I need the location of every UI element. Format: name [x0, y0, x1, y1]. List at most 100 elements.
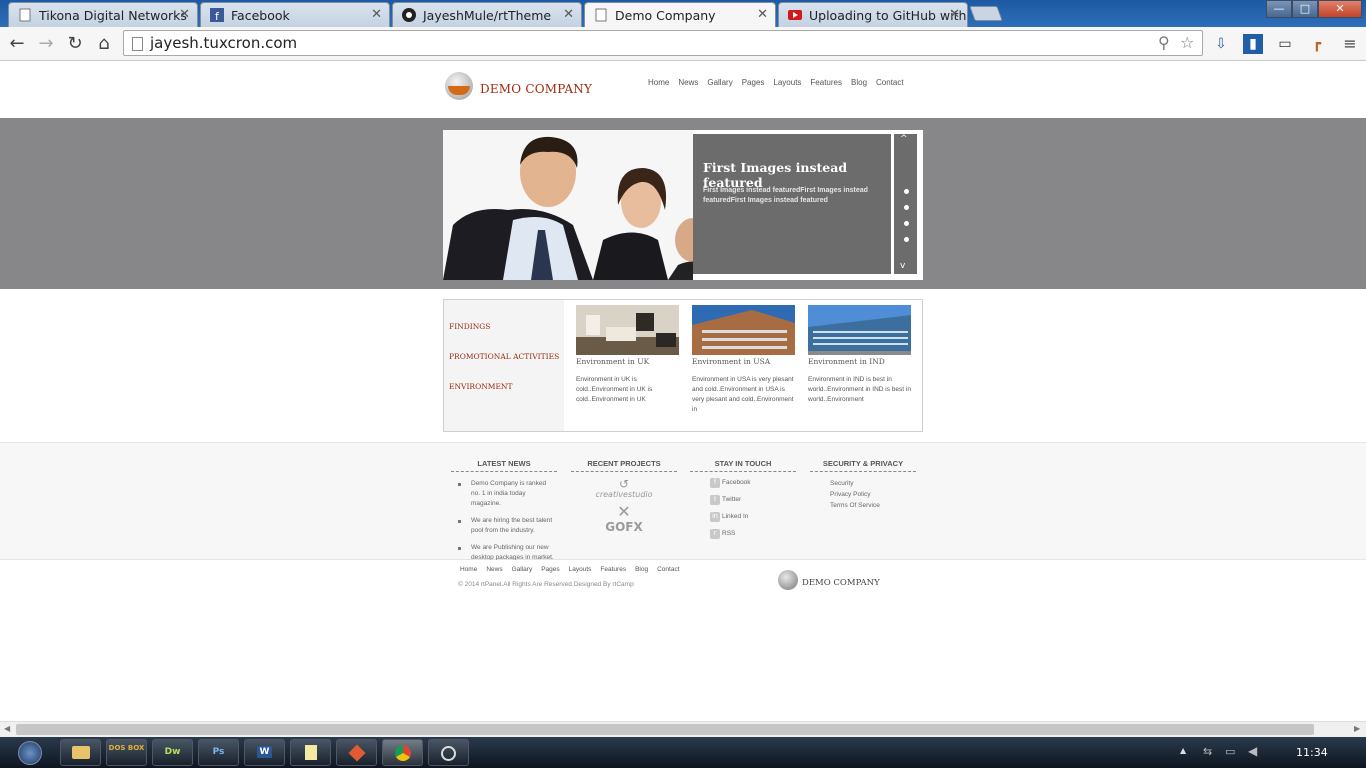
close-icon[interactable]: ✕ [179, 7, 190, 22]
side-link-environment[interactable]: ENVIRONMENT [449, 382, 513, 391]
search-icon[interactable]: ⚲ [1158, 33, 1170, 52]
volume-icon[interactable]: ◀ [1248, 744, 1257, 758]
social-link-rss[interactable]: r RSS [710, 525, 796, 542]
nav-blog[interactable]: Blog [851, 78, 867, 87]
taskbar-clock[interactable]: 11:34 [1296, 746, 1328, 759]
home-icon[interactable]: ⌂ [93, 33, 115, 54]
extension-icon[interactable]: ⇩ [1211, 34, 1231, 54]
slider-dot[interactable] [904, 237, 909, 242]
tab-youtube[interactable]: Uploading to GitHub with ✕ [778, 2, 968, 27]
network-icon[interactable]: ⇆ [1203, 745, 1212, 758]
footer-nav-blog[interactable]: Blog [635, 566, 648, 573]
creativestudio-logo[interactable]: ↺ creativestudio [571, 478, 677, 499]
security-link[interactable]: Security [830, 478, 916, 489]
web-page: DEMO COMPANY Home News Gallary Pages Lay… [0, 62, 1366, 721]
card-usa[interactable]: Environment in USA Environment in USA is… [692, 305, 795, 415]
footer-nav-news[interactable]: News [486, 566, 502, 573]
footer-logo[interactable]: DEMO COMPANY [778, 570, 898, 598]
social-link-twitter[interactable]: t Twitter [710, 491, 796, 508]
horizontal-scrollbar[interactable]: ◀ ▶ [0, 721, 1366, 737]
terms-of-service-link[interactable]: Terms Of Service [830, 500, 916, 511]
git-icon [348, 744, 365, 762]
new-tab-button[interactable] [969, 6, 1003, 21]
social-label: Facebook [722, 479, 751, 486]
address-bar[interactable]: jayesh.tuxcron.com ⚲ ☆ [123, 30, 1203, 56]
footer-nav: Home News Gallary Pages Layouts Features… [460, 566, 680, 573]
footer-nav-home[interactable]: Home [460, 566, 477, 573]
forward-icon[interactable]: → [35, 33, 57, 54]
image-slider[interactable]: First Images instead featured First Imag… [443, 130, 923, 280]
linkedin-icon: in [710, 511, 720, 522]
card-uk[interactable]: Environment in UK Environment in UK is c… [576, 305, 679, 405]
taskbar-notepad[interactable] [290, 739, 331, 766]
minimize-button[interactable]: — [1266, 0, 1292, 18]
close-icon[interactable]: ✕ [949, 7, 960, 22]
site-logo[interactable]: DEMO COMPANY [445, 72, 605, 112]
tab-facebook[interactable]: f Facebook ✕ [200, 2, 390, 27]
footer-nav-layouts[interactable]: Layouts [569, 566, 592, 573]
tab-github[interactable]: JayeshMule/rtTheme ✕ [392, 2, 582, 27]
bookmark-star-icon[interactable]: ☆ [1180, 33, 1194, 52]
slider-down-arrow[interactable]: v [900, 261, 905, 271]
maximize-button[interactable]: □ [1292, 0, 1318, 18]
slider-up-arrow[interactable]: ^ [900, 134, 908, 144]
news-item[interactable]: Demo Company is ranked no. 1 in india to… [458, 479, 555, 509]
taskbar-word[interactable]: W [244, 739, 285, 766]
social-link-facebook[interactable]: f Facebook [710, 474, 796, 491]
footer-nav-features[interactable]: Features [600, 566, 626, 573]
privacy-policy-link[interactable]: Privacy Policy [830, 489, 916, 500]
x-mark-icon: ✕ [617, 502, 631, 521]
slider-dot[interactable] [904, 221, 909, 226]
scroll-right-arrow-icon[interactable]: ▶ [1354, 724, 1360, 733]
card-title[interactable]: Environment in UK [576, 357, 679, 366]
reload-icon[interactable]: ↻ [64, 33, 86, 54]
nav-features[interactable]: Features [810, 78, 842, 87]
card-ind[interactable]: Environment in IND Environment in IND is… [808, 305, 911, 405]
taskbar-photoshop[interactable]: Ps [198, 739, 239, 766]
tab-demo-company[interactable]: Demo Company ✕ [584, 2, 776, 28]
window-close-button[interactable]: ✕ [1318, 0, 1362, 18]
slider-dot[interactable] [904, 189, 909, 194]
scrollbar-thumb[interactable] [16, 724, 1314, 735]
extension-icon[interactable]: ┏ [1307, 34, 1327, 54]
tray-expand-icon[interactable]: ▲ [1180, 746, 1186, 755]
tab-tikona[interactable]: Tikona Digital Networks ✕ [8, 2, 198, 27]
gofx-logo[interactable]: ✕ GOFX [571, 502, 677, 535]
cast-icon[interactable]: ▭ [1275, 34, 1295, 54]
analytics-extension-icon[interactable]: ▮ [1243, 34, 1263, 54]
card-image[interactable] [576, 305, 679, 355]
card-image[interactable] [808, 305, 911, 355]
nav-news[interactable]: News [678, 78, 698, 87]
news-item[interactable]: We are hiring the best talent pool from … [458, 516, 555, 536]
tab-title: Uploading to GitHub with [809, 8, 967, 23]
social-link-linkedin[interactable]: in Linked In [710, 508, 796, 525]
menu-icon[interactable]: ≡ [1340, 34, 1360, 54]
taskbar-chrome[interactable] [382, 739, 423, 766]
card-title[interactable]: Environment in IND [808, 357, 911, 366]
nav-contact[interactable]: Contact [876, 78, 904, 87]
footer-nav-contact[interactable]: Contact [657, 566, 679, 573]
start-button[interactable] [18, 741, 42, 765]
nav-pages[interactable]: Pages [742, 78, 765, 87]
side-link-promotional-activities[interactable]: PROMOTIONAL ACTIVITIES [449, 352, 559, 361]
card-image[interactable] [692, 305, 795, 355]
battery-icon[interactable]: ▭ [1225, 745, 1235, 758]
card-title[interactable]: Environment in USA [692, 357, 795, 366]
scroll-left-arrow-icon[interactable]: ◀ [4, 724, 10, 733]
close-icon[interactable]: ✕ [757, 7, 768, 22]
nav-layouts[interactable]: Layouts [773, 78, 801, 87]
taskbar-media[interactable] [428, 739, 469, 766]
footer-nav-pages[interactable]: Pages [541, 566, 559, 573]
side-link-findings[interactable]: FINDINGS [449, 322, 490, 331]
close-icon[interactable]: ✕ [371, 7, 382, 22]
taskbar-dosbox[interactable]: DOS BOX [106, 739, 147, 766]
footer-nav-gallary[interactable]: Gallary [512, 566, 533, 573]
taskbar-explorer[interactable] [60, 739, 101, 766]
taskbar-dreamweaver[interactable]: Dw [152, 739, 193, 766]
close-icon[interactable]: ✕ [563, 7, 574, 22]
back-icon[interactable]: ← [6, 33, 28, 54]
taskbar-git[interactable] [336, 739, 377, 766]
nav-gallary[interactable]: Gallary [707, 78, 732, 87]
slider-dot[interactable] [904, 205, 909, 210]
nav-home[interactable]: Home [648, 78, 669, 87]
